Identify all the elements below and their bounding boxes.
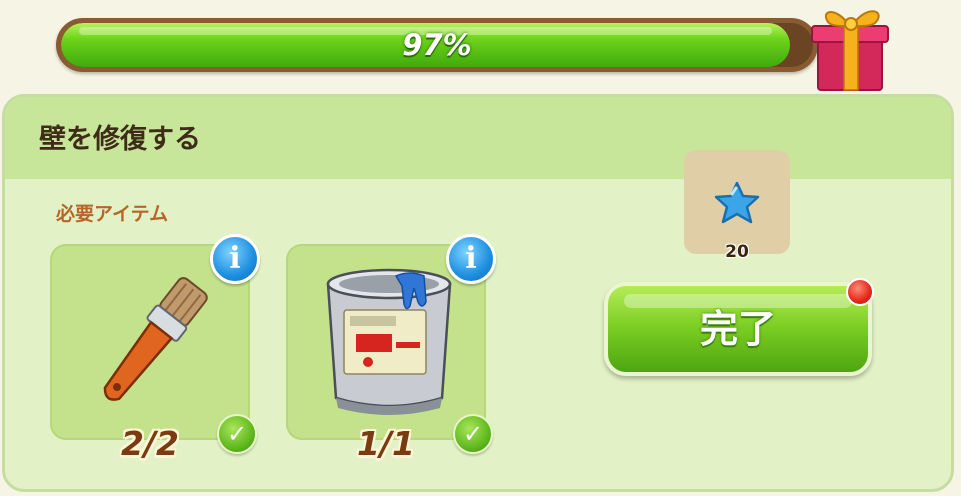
info-button-paint-can[interactable]: i: [446, 234, 496, 284]
notification-dot: [846, 278, 874, 306]
reward-count: 20: [725, 242, 749, 262]
required-items-label: 必要アイテム: [56, 203, 169, 225]
task-title: 壁を修復する: [39, 124, 201, 155]
progress-bar: 97%: [56, 18, 818, 72]
check-icon: ✓: [217, 414, 257, 454]
blue-star-icon: [714, 181, 760, 224]
progress-label: 97%: [402, 28, 472, 62]
info-button-paintbrush[interactable]: i: [210, 234, 260, 284]
complete-button[interactable]: 完了: [604, 282, 872, 376]
gift-box-icon[interactable]: [806, 0, 894, 92]
paintbrush-icon: [103, 277, 208, 401]
paint-can-icon: [326, 268, 452, 415]
reward-card: [684, 150, 790, 254]
check-icon: ✓: [453, 414, 493, 454]
